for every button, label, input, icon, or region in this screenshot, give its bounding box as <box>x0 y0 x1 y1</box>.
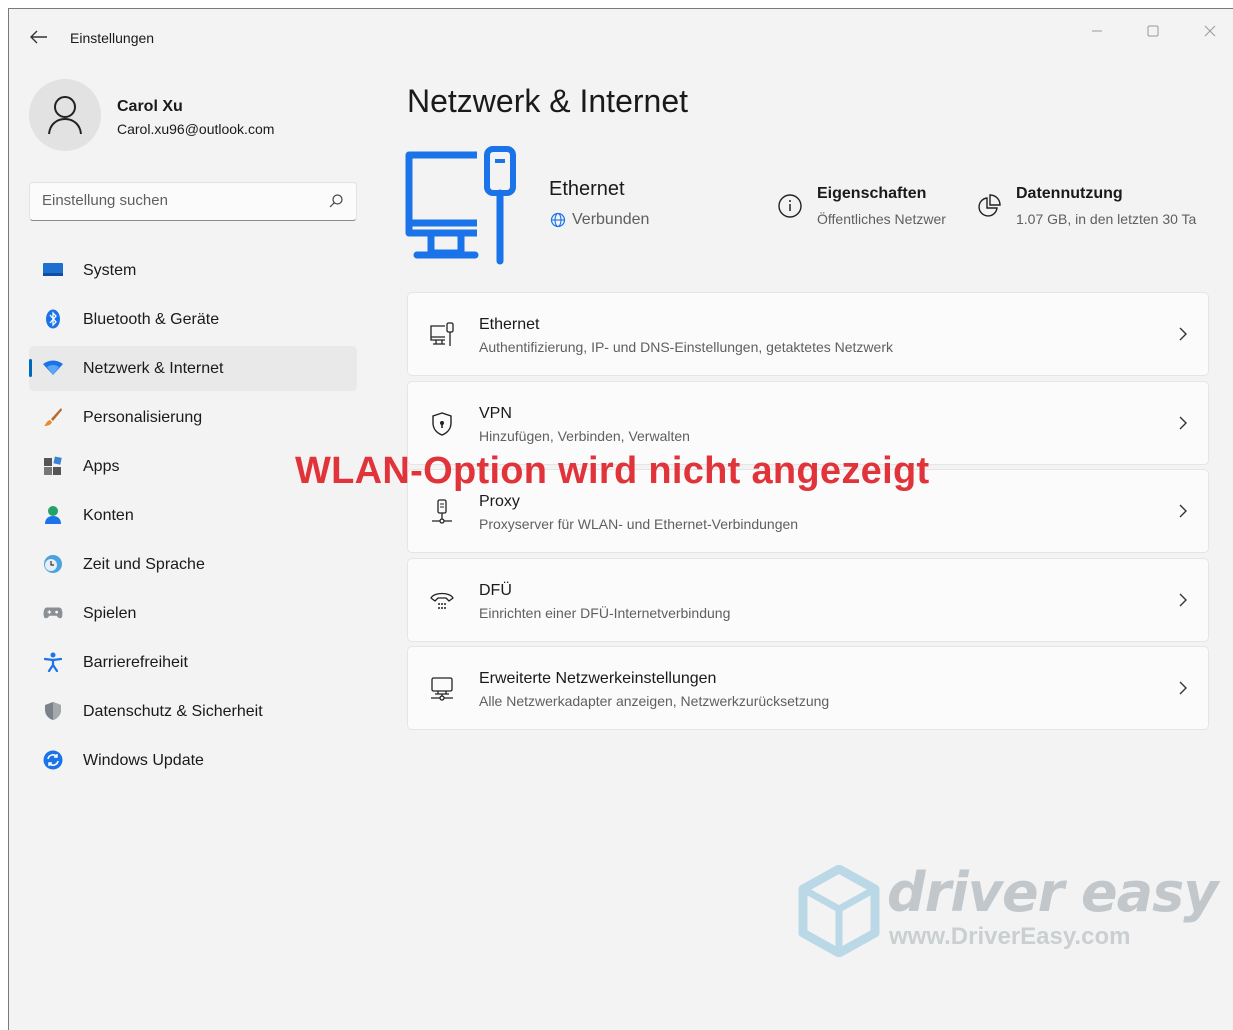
sidebar-item-bluetooth[interactable]: Bluetooth & Geräte <box>29 297 357 342</box>
maximize-button[interactable] <box>1133 17 1173 45</box>
proxy-icon <box>428 498 456 526</box>
update-icon <box>43 750 63 770</box>
sidebar-item-label: Datenschutz & Sicherheit <box>83 702 263 720</box>
card-dialup[interactable]: DFÜ Einrichten einer DFÜ-Internetverbind… <box>407 558 1209 642</box>
sidebar-item-label: Konten <box>83 506 134 524</box>
card-title: VPN <box>479 405 512 422</box>
sidebar-item-gaming[interactable]: Spielen <box>29 591 357 636</box>
watermark: driver easy www.DriverEasy.com <box>797 861 1218 961</box>
dialup-icon <box>428 587 456 615</box>
close-button[interactable] <box>1190 17 1230 45</box>
data-usage-link[interactable]: Datennutzung 1.07 GB, in den letzten 30 … <box>976 185 1204 235</box>
pie-chart-icon <box>978 194 1001 217</box>
data-usage-title: Datennutzung <box>1016 185 1123 202</box>
card-subtitle: Proxyserver für WLAN- und Ethernet-Verbi… <box>479 516 799 532</box>
maximize-icon <box>1147 25 1159 37</box>
card-title: Proxy <box>479 493 520 510</box>
properties-title: Eigenschaften <box>817 185 927 202</box>
chevron-right-icon <box>1179 504 1187 518</box>
apps-icon <box>43 456 63 476</box>
watermark-url: www.DriverEasy.com <box>889 923 1131 950</box>
chevron-right-icon <box>1179 681 1187 695</box>
card-subtitle: Alle Netzwerkadapter anzeigen, Netzwerkz… <box>479 693 830 709</box>
sidebar-item-windows-update[interactable]: Windows Update <box>29 738 357 783</box>
sidebar-item-accessibility[interactable]: Barrierefreiheit <box>29 640 357 685</box>
card-subtitle: Einrichten einer DFÜ-Internetverbindung <box>479 605 731 621</box>
ethernet-icon <box>428 321 456 349</box>
annotation-overlay: WLAN-Option wird nicht angezeigt <box>295 450 930 492</box>
sidebar-item-label: System <box>83 261 137 279</box>
gamepad-icon <box>43 603 63 623</box>
properties-subtitle: Öffentliches Netzwer <box>817 211 946 227</box>
driver-easy-logo-icon <box>798 865 880 957</box>
window-title: Einstellungen <box>70 30 155 46</box>
connection-name: Ethernet <box>549 178 625 200</box>
bluetooth-icon <box>43 309 63 329</box>
card-subtitle: Authentifizierung, IP- und DNS-Einstellu… <box>479 339 893 355</box>
shield-icon <box>43 701 63 721</box>
ethernet-computer-icon <box>405 146 516 265</box>
sidebar-item-label: Netzwerk & Internet <box>83 359 224 377</box>
properties-link[interactable]: Eigenschaften Öffentliches Netzwer <box>777 185 961 235</box>
data-usage-subtitle: 1.07 GB, in den letzten 30 Ta <box>1016 211 1197 227</box>
card-subtitle: Hinzufügen, Verbinden, Verwalten <box>479 428 690 444</box>
brush-icon <box>43 407 63 427</box>
sidebar-item-label: Barrierefreiheit <box>83 653 188 671</box>
chevron-right-icon <box>1179 416 1187 430</box>
sidebar-item-time-language[interactable]: Zeit und Sprache <box>29 542 357 587</box>
sidebar-item-label: Windows Update <box>83 751 204 769</box>
minimize-button[interactable] <box>1077 17 1117 45</box>
accessibility-icon <box>43 652 63 672</box>
user-name: Carol Xu <box>117 98 183 115</box>
sidebar-item-label: Bluetooth & Geräte <box>83 310 220 328</box>
search-input[interactable] <box>42 192 322 209</box>
sidebar-item-accounts[interactable]: Konten <box>29 493 357 538</box>
page-title: Netzwerk & Internet <box>407 83 688 119</box>
network-icon <box>43 358 63 378</box>
connection-status: Verbunden <box>550 211 649 229</box>
advanced-network-icon <box>428 675 456 703</box>
clock-globe-icon <box>43 554 63 574</box>
sidebar-item-system[interactable]: System <box>29 248 357 293</box>
sidebar-item-personalization[interactable]: Personalisierung <box>29 395 357 440</box>
sidebar-item-label: Spielen <box>83 604 137 622</box>
person-icon <box>48 96 82 135</box>
search-icon[interactable] <box>328 193 344 209</box>
account-icon <box>43 505 63 525</box>
connection-status-text: Verbunden <box>572 211 650 228</box>
sidebar-item-privacy[interactable]: Datenschutz & Sicherheit <box>29 689 357 734</box>
settings-window: Einstellungen Carol Xu Carol.xu96@outloo… <box>8 8 1233 1030</box>
system-icon <box>43 260 63 280</box>
card-ethernet[interactable]: Ethernet Authentifizierung, IP- und DNS-… <box>407 292 1209 376</box>
vpn-shield-icon <box>428 410 456 438</box>
watermark-brand: driver easy <box>887 861 1218 924</box>
chevron-right-icon <box>1179 327 1187 341</box>
card-title: DFÜ <box>479 582 512 599</box>
sidebar-item-label: Apps <box>83 457 120 475</box>
card-advanced-network[interactable]: Erweiterte Netzwerkeinstellungen Alle Ne… <box>407 646 1209 730</box>
sidebar-item-label: Personalisierung <box>83 408 203 426</box>
back-arrow-icon <box>30 30 47 44</box>
globe-icon <box>550 212 566 228</box>
avatar[interactable] <box>29 79 101 151</box>
search-box <box>29 182 357 221</box>
back-button[interactable] <box>25 25 53 49</box>
user-email: Carol.xu96@outlook.com <box>117 121 275 137</box>
chevron-right-icon <box>1179 593 1187 607</box>
sidebar-item-label: Zeit und Sprache <box>83 555 205 573</box>
sidebar-item-network[interactable]: Netzwerk & Internet <box>29 346 357 391</box>
minimize-icon <box>1092 30 1102 32</box>
info-icon <box>778 194 802 218</box>
sidebar-nav: System Bluetooth & Geräte Netzwerk & Int… <box>29 248 357 787</box>
card-title: Ethernet <box>479 316 540 333</box>
card-title: Erweiterte Netzwerkeinstellungen <box>479 670 717 687</box>
close-icon <box>1204 25 1216 37</box>
title-bar: Einstellungen <box>9 9 1233 59</box>
